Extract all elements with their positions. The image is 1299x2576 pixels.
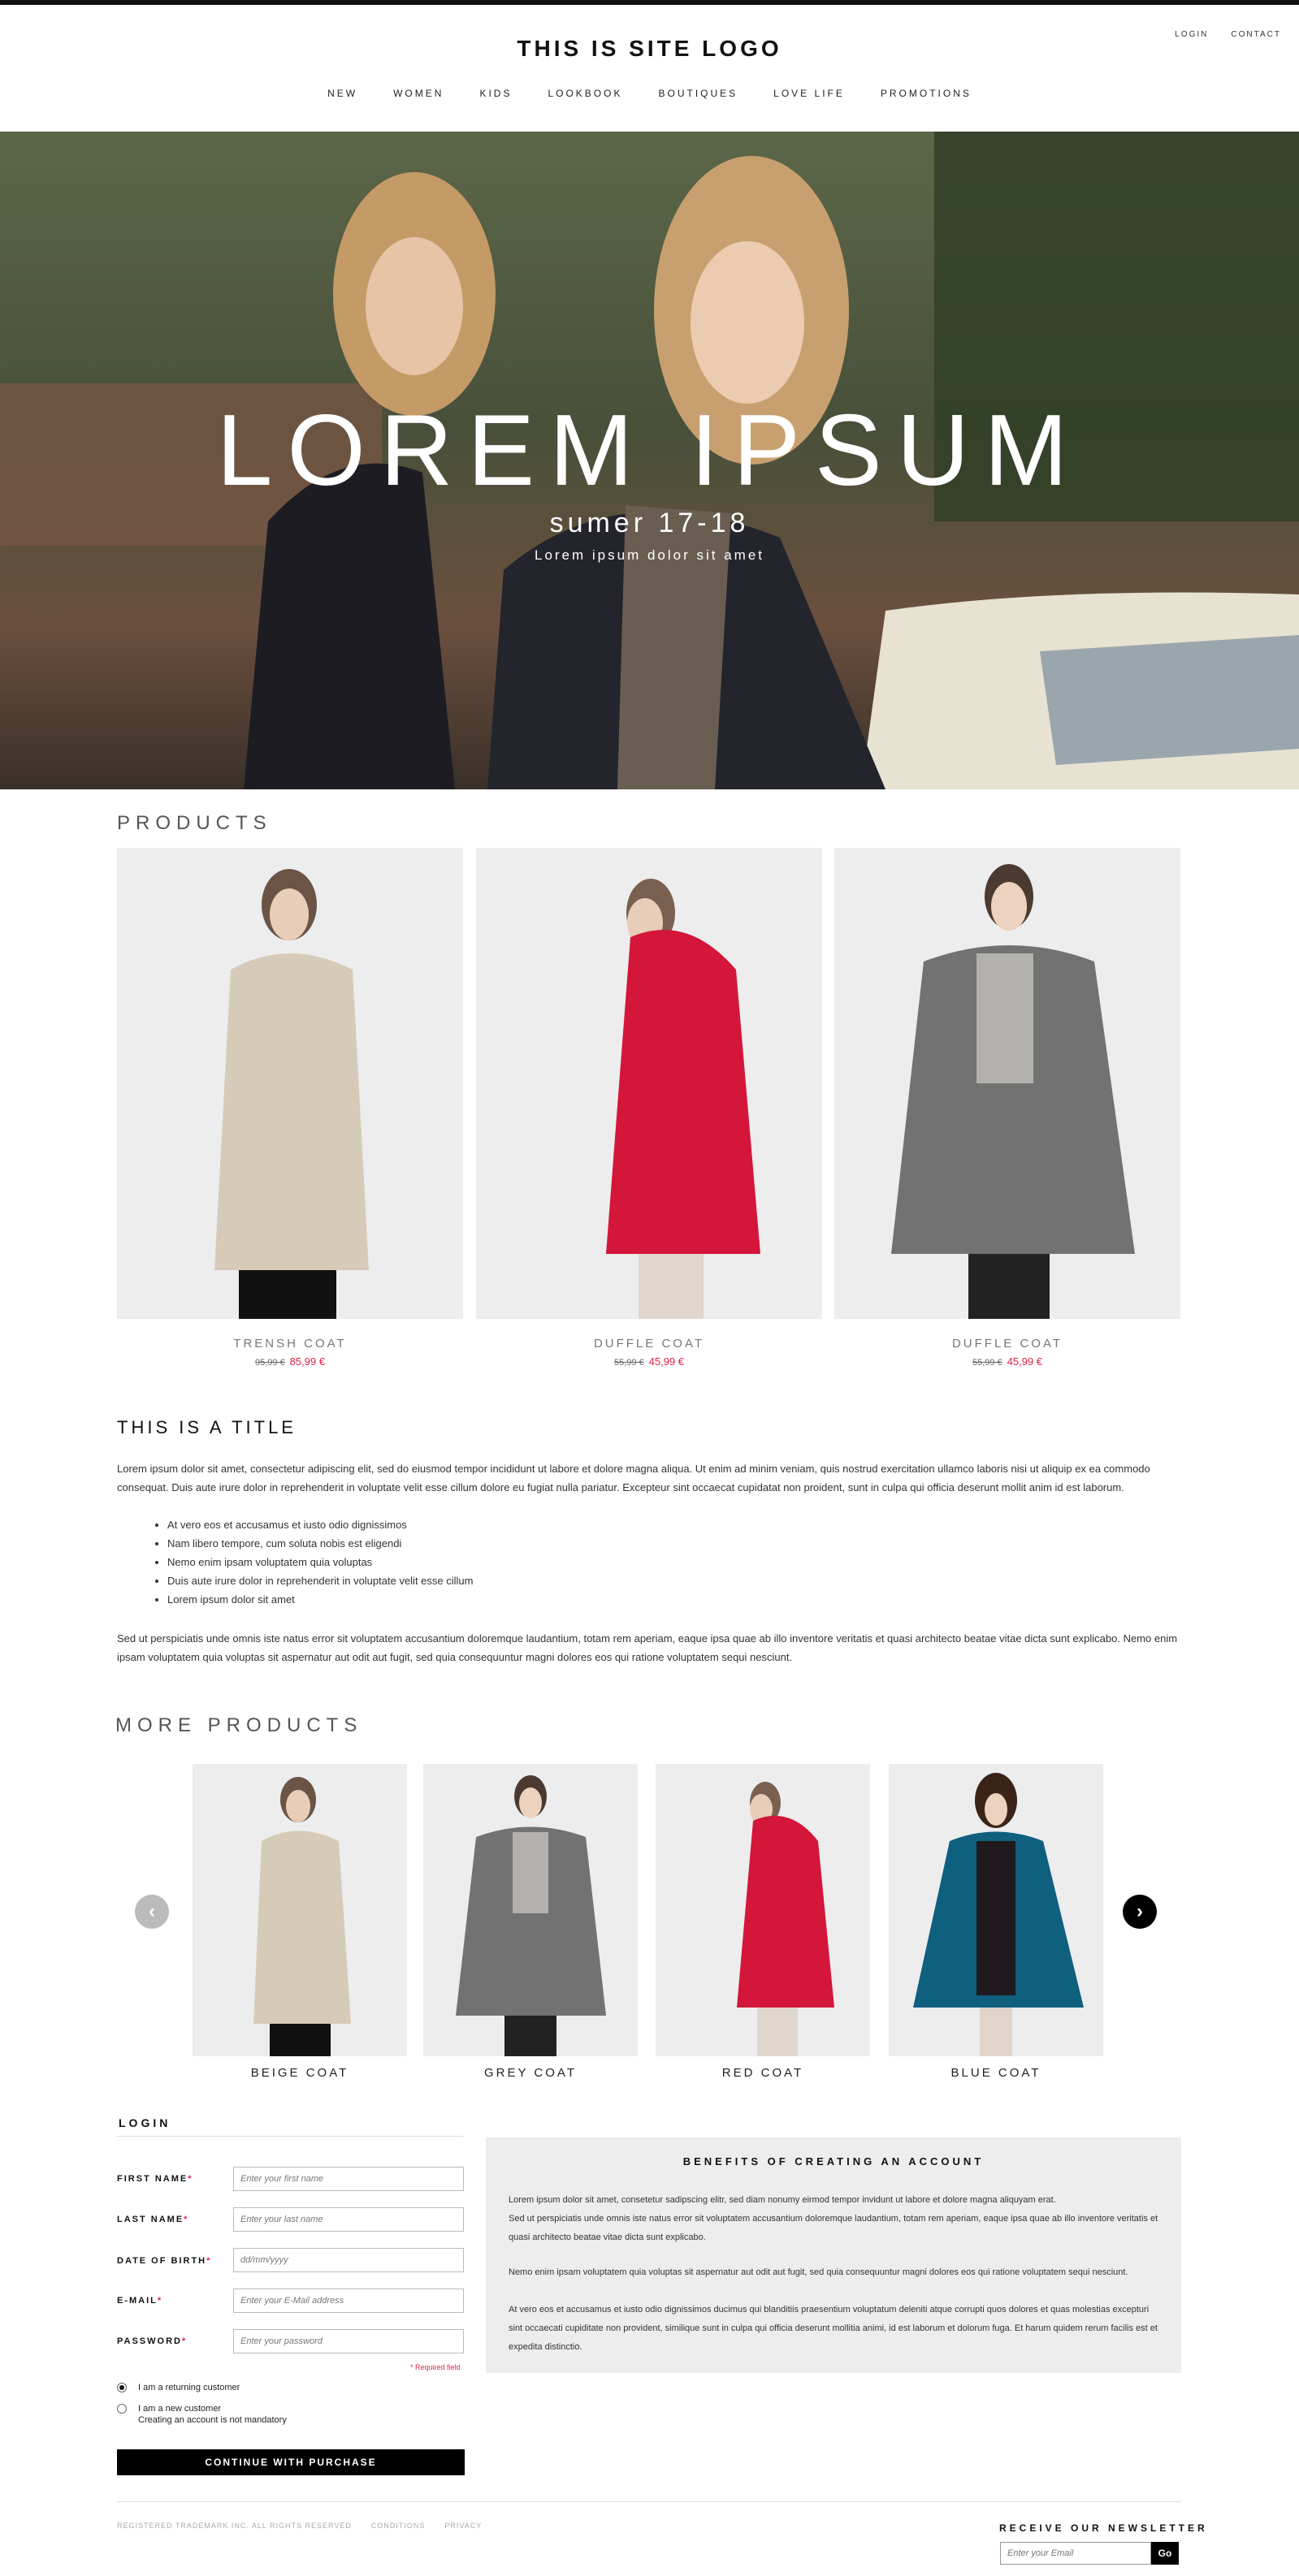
benefits-panel: BENEFITS OF CREATING AN ACCOUNT Lorem ip…	[486, 2137, 1181, 2373]
footer-divider	[117, 2501, 1181, 2502]
nav-item-love-life[interactable]: LOVE LIFE	[773, 88, 845, 99]
chevron-left-icon: ‹	[149, 1900, 155, 1922]
product-image[interactable]	[423, 1764, 638, 2056]
content-paragraph: Lorem ipsum dolor sit amet, consectetur …	[117, 1463, 1150, 1493]
product-card[interactable]: TRENSH COAT 95,99 € 85,99 €	[117, 848, 463, 1368]
product-name[interactable]: DUFFLE COAT	[476, 1337, 822, 1351]
product-image[interactable]	[193, 1764, 407, 2056]
new-customer-radio[interactable]	[117, 2404, 127, 2414]
last-name-field[interactable]	[233, 2207, 464, 2232]
benefits-title: BENEFITS OF CREATING AN ACCOUNT	[682, 2155, 985, 2168]
product-image[interactable]	[476, 848, 822, 1319]
privacy-link[interactable]: PRIVACY	[444, 2522, 482, 2530]
product-name[interactable]: TRENSH COAT	[117, 1337, 463, 1351]
email-field[interactable]	[233, 2289, 464, 2313]
carousel-prev-button[interactable]: ‹	[135, 1895, 169, 1929]
more-products-title: MORE PRODUCTS	[115, 1714, 363, 1736]
carousel-next-button[interactable]: ›	[1123, 1895, 1157, 1929]
date-of-birth-field[interactable]	[233, 2248, 464, 2272]
carousel-product[interactable]: RED COAT	[656, 1764, 870, 2080]
product-name[interactable]: BLUE COAT	[889, 2066, 1103, 2080]
product-image[interactable]	[656, 1764, 870, 2056]
new-customer-label: I am a new customer Creating an account …	[138, 2404, 287, 2425]
sale-price: 85,99 €	[289, 1355, 326, 1368]
benefits-paragraph: At vero eos et accusamus et iusto odio d…	[509, 2305, 1158, 2352]
top-border	[0, 0, 1299, 5]
newsletter-title: RECEIVE OUR NEWSLETTER	[999, 2522, 1208, 2534]
nav-item-promotions[interactable]: PROMOTIONS	[881, 88, 972, 99]
nav-item-boutiques[interactable]: BOUTIQUES	[658, 88, 738, 99]
returning-customer-radio[interactable]	[117, 2383, 127, 2392]
required-field-note: * Required field	[410, 2363, 461, 2371]
nav-item-women[interactable]: WOMEN	[393, 88, 444, 99]
product-name[interactable]: RED COAT	[656, 2066, 870, 2080]
login-title: LOGIN	[119, 2116, 171, 2129]
sale-price: 45,99 €	[1007, 1355, 1043, 1368]
main-nav: NEW WOMEN KIDS LOOKBOOK BOUTIQUES LOVE L…	[0, 88, 1299, 99]
product-name[interactable]: GREY COAT	[423, 2066, 638, 2080]
chevron-right-icon: ›	[1137, 1900, 1143, 1922]
nav-item-lookbook[interactable]: LOOKBOOK	[548, 88, 622, 99]
product-image[interactable]	[889, 1764, 1103, 2056]
copyright-text: REGISTERED TRADEMARK INC. ALL RIGHTS RES…	[117, 2522, 352, 2530]
newsletter-go-button[interactable]: Go	[1151, 2542, 1179, 2565]
hero-subtitle: sumer 17-18	[549, 508, 750, 538]
returning-customer-label: I am a returning customer	[138, 2383, 240, 2392]
old-price: 55,99 €	[972, 1358, 1002, 1368]
product-name[interactable]: BEIGE COAT	[193, 2066, 407, 2080]
product-name[interactable]: DUFFLE COAT	[834, 1337, 1180, 1351]
list-item: Duis aute irure dolor in reprehenderit i…	[167, 1571, 473, 1590]
content-title: THIS IS A TITLE	[117, 1417, 297, 1437]
list-item: Nam libero tempore, cum soluta nobis est…	[167, 1534, 473, 1553]
contact-link[interactable]: CONTACT	[1231, 30, 1281, 39]
carousel-product[interactable]: GREY COAT	[423, 1764, 638, 2080]
benefits-paragraph: Nemo enim ipsam voluptatem quia voluptas…	[509, 2267, 1128, 2277]
nav-item-new[interactable]: NEW	[327, 88, 357, 99]
nav-item-kids[interactable]: KIDS	[479, 88, 512, 99]
carousel-product[interactable]: BLUE COAT	[889, 1764, 1103, 2080]
conditions-link[interactable]: CONDITIONS	[371, 2522, 426, 2530]
carousel-product[interactable]: BEIGE COAT	[193, 1764, 407, 2080]
top-links: LOGIN CONTACT	[1175, 30, 1281, 39]
continue-purchase-button[interactable]: CONTINUE WITH PURCHASE	[117, 2449, 465, 2475]
hero-title: LOREM IPSUM	[216, 395, 1083, 507]
product-image[interactable]	[117, 848, 463, 1319]
list-item: Lorem ipsum dolor sit amet	[167, 1590, 473, 1609]
sale-price: 45,99 €	[648, 1355, 685, 1368]
first-name-label: FIRST NAME*	[117, 2174, 193, 2184]
first-name-field[interactable]	[233, 2167, 464, 2191]
last-name-label: LAST NAME*	[117, 2215, 189, 2224]
old-price: 95,99 €	[254, 1358, 285, 1368]
product-card[interactable]: DUFFLE COAT 55,99 € 45,99 €	[834, 848, 1180, 1368]
product-image[interactable]	[834, 848, 1180, 1319]
email-label: E-MAIL*	[117, 2296, 163, 2306]
hero-tagline: Lorem ipsum dolor sit amet	[534, 547, 765, 563]
product-card[interactable]: DUFFLE COAT 55,99 € 45,99 €	[476, 848, 822, 1368]
divider	[117, 2136, 463, 2137]
products-title: PRODUCTS	[117, 812, 272, 834]
content-bullet-list: At vero eos et accusamus et iusto odio d…	[167, 1515, 473, 1609]
password-field[interactable]	[233, 2329, 464, 2353]
hero-banner: LOREM IPSUM sumer 17-18 Lorem ipsum dolo…	[0, 132, 1299, 789]
site-logo[interactable]: THIS IS SITE LOGO	[0, 36, 1299, 62]
newsletter-email-input[interactable]	[1000, 2542, 1151, 2565]
benefits-paragraph: Lorem ipsum dolor sit amet, consetetur s…	[509, 2195, 1158, 2242]
footer-links: REGISTERED TRADEMARK INC. ALL RIGHTS RES…	[117, 2522, 482, 2530]
login-link[interactable]: LOGIN	[1175, 30, 1208, 39]
list-item: At vero eos et accusamus et iusto odio d…	[167, 1515, 473, 1534]
password-label: PASSWORD*	[117, 2336, 188, 2346]
date-of-birth-label: DATE OF BIRTH*	[117, 2256, 212, 2266]
old-price: 55,99 €	[613, 1358, 644, 1368]
list-item: Nemo enim ipsam voluptatem quia voluptas	[167, 1553, 473, 1571]
content-paragraph: Sed ut perspiciatis unde omnis iste natu…	[117, 1632, 1178, 1663]
